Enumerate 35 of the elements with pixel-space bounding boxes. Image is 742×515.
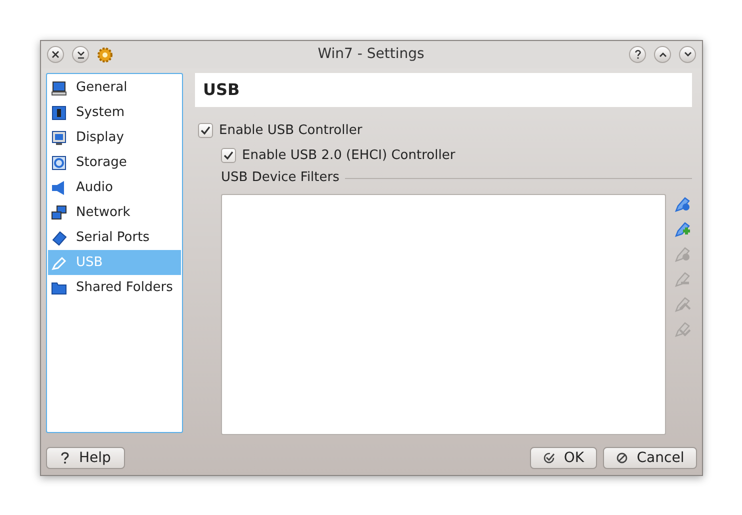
checkbox[interactable] (198, 123, 213, 138)
help-button[interactable]: Help (46, 447, 125, 469)
category-item[interactable]: Storage (48, 150, 181, 175)
cancel-button[interactable]: Cancel (603, 447, 697, 469)
maximize-button[interactable] (679, 46, 696, 63)
ok-button[interactable]: OK (530, 447, 597, 469)
close-button[interactable] (47, 46, 64, 63)
help-title-button[interactable] (629, 46, 646, 63)
minimize-icon (76, 50, 84, 58)
page-title: USB (203, 79, 240, 101)
folder-icon (51, 280, 67, 296)
help-icon (60, 451, 70, 465)
category-item[interactable]: Shared Folders (48, 275, 181, 300)
check-icon (542, 452, 555, 464)
gear-icon (97, 46, 113, 62)
checkbox[interactable] (221, 148, 236, 163)
window-title: Win7 - Settings (316, 45, 426, 64)
help-icon (634, 50, 640, 59)
cancel-icon (616, 452, 628, 464)
category-item[interactable]: Network (48, 200, 181, 225)
option-label: Enable USB 2.0 (EHCI) Controller (242, 146, 456, 165)
shade-button[interactable] (654, 46, 671, 63)
chevron-up-icon (658, 52, 666, 57)
chevron-down-icon (684, 52, 692, 57)
minimize-button[interactable] (72, 46, 89, 63)
category-item[interactable]: Audio (48, 175, 181, 200)
category-item[interactable]: General (48, 75, 181, 100)
usb-filter-tool-icon[interactable] (674, 220, 692, 238)
category-item[interactable]: Display (48, 125, 181, 150)
usb-filter-tool-icon[interactable] (674, 195, 692, 213)
close-icon (52, 51, 59, 58)
category-item[interactable]: System (48, 100, 181, 125)
filters-label: USB Device Filters (221, 169, 340, 188)
category-item[interactable]: Serial Ports (48, 225, 181, 250)
option-label: Enable USB Controller (219, 122, 362, 140)
